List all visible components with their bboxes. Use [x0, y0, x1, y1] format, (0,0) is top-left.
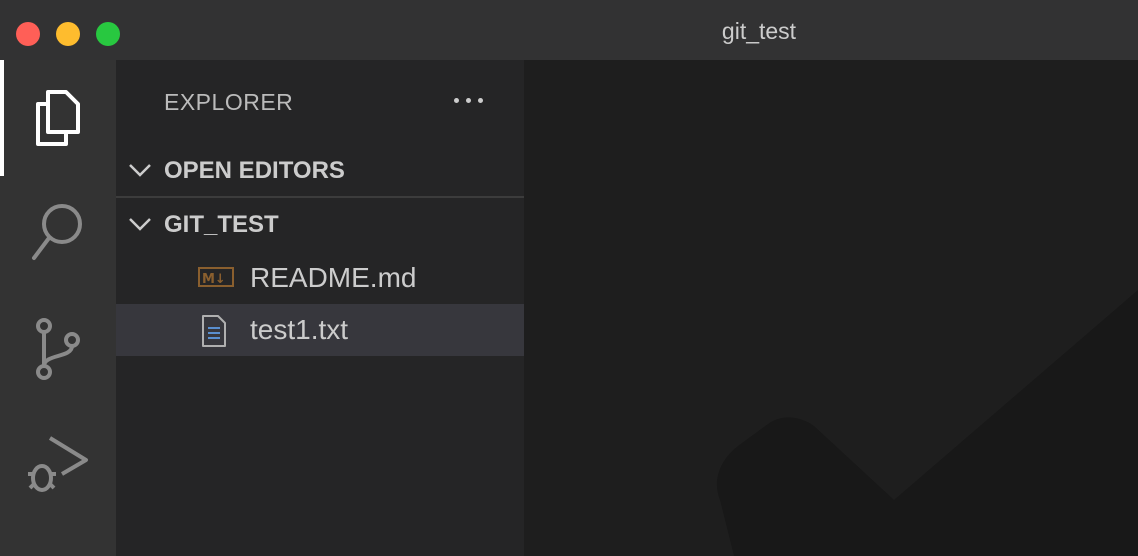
- file-item-test1[interactable]: test1.txt: [116, 304, 524, 356]
- editor-area: [524, 60, 1138, 556]
- dot-icon: [478, 98, 483, 103]
- markdown-icon: M↓: [198, 267, 234, 287]
- file-name: README.md: [250, 262, 417, 293]
- activity-source-control[interactable]: [0, 292, 116, 408]
- search-icon: [32, 204, 82, 260]
- section-label: GIT_TEST: [164, 211, 279, 238]
- window-title: git_test: [721, 18, 797, 44]
- section-git-test[interactable]: GIT_TEST: [116, 198, 524, 250]
- vscode-watermark-icon: [716, 290, 1138, 556]
- run-debug-icon: [28, 436, 88, 492]
- title-bar: git_test: [0, 0, 1138, 60]
- activity-bar: [0, 60, 116, 556]
- chevron-down-icon: [129, 218, 151, 231]
- source-control-icon: [36, 318, 80, 380]
- dot-icon: [454, 98, 459, 103]
- explorer-sidebar: EXPLORER OPEN EDITORS GIT_TEST M↓ README…: [116, 60, 524, 556]
- more-actions-button[interactable]: [450, 90, 486, 110]
- explorer-icon: [36, 90, 80, 146]
- section-label: OPEN EDITORS: [164, 157, 345, 184]
- explorer-title: EXPLORER: [164, 89, 294, 115]
- activity-run-debug[interactable]: [0, 408, 116, 524]
- activity-search[interactable]: [0, 176, 116, 292]
- section-open-editors[interactable]: OPEN EDITORS: [116, 144, 524, 196]
- activity-explorer[interactable]: [0, 60, 116, 176]
- text-file-icon: [202, 315, 226, 347]
- file-name: test1.txt: [250, 314, 349, 345]
- dot-icon: [466, 98, 471, 103]
- markdown-icon-text: M↓: [202, 272, 226, 287]
- file-item-readme[interactable]: M↓ README.md: [116, 252, 524, 304]
- chevron-down-icon: [129, 164, 151, 177]
